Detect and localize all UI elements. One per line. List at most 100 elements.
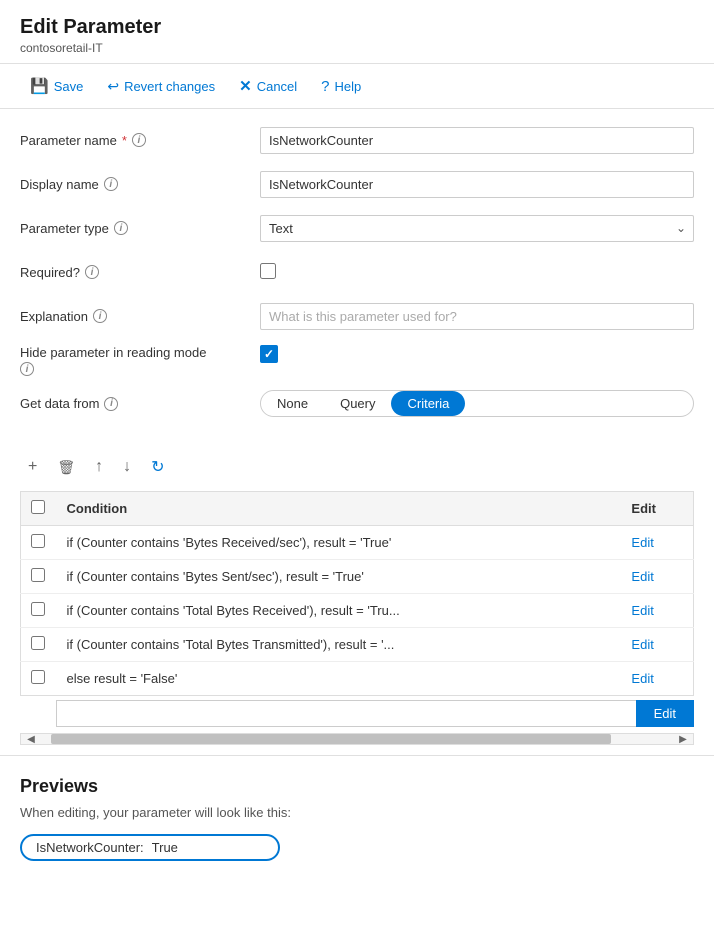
get-data-row: Get data from i None Query Criteria (20, 390, 694, 417)
form-area: Parameter name * i Display name i Parame… (0, 109, 714, 453)
previews-description: When editing, your parameter will look l… (20, 805, 694, 820)
edit-link[interactable]: Edit (631, 637, 653, 652)
display-name-input[interactable] (260, 171, 694, 198)
help-label: Help (335, 79, 362, 94)
cancel-label: Cancel (257, 79, 297, 94)
preview-label: IsNetworkCounter: (36, 840, 144, 855)
edit-link[interactable]: Edit (631, 569, 653, 584)
row-checkbox-cell (21, 662, 57, 696)
get-data-none-option[interactable]: None (261, 391, 324, 416)
row-checkbox[interactable] (31, 602, 45, 616)
save-label: Save (54, 79, 84, 94)
preview-field: IsNetworkCounter: (20, 834, 280, 861)
page-subtitle: contosoretail-IT (20, 41, 694, 55)
move-down-button[interactable]: ↓ (119, 453, 135, 481)
criteria-section: + 🗑 ↑ ↓ ↻ Condition Edit if (Counter con… (20, 453, 694, 745)
bottom-edit-input[interactable] (56, 700, 636, 727)
get-data-radio-group: None Query Criteria (260, 390, 694, 417)
scroll-right-arrow[interactable]: ▶ (673, 734, 693, 744)
bottom-edit-button[interactable]: Edit (636, 700, 694, 727)
row-checkbox-cell (21, 628, 57, 662)
revert-icon: ↩ (107, 78, 119, 95)
bottom-edit-row: Edit (20, 700, 694, 727)
edit-column-header: Edit (621, 492, 693, 526)
get-data-criteria-option[interactable]: Criteria (391, 391, 465, 416)
cancel-button[interactable]: ✕ Cancel (229, 72, 307, 100)
display-name-row: Display name i (20, 169, 694, 199)
hide-param-row: Hide parameter in reading mode i ✓ (20, 345, 694, 376)
criteria-header-row: Condition Edit (21, 492, 694, 526)
table-row: if (Counter contains 'Bytes Received/sec… (21, 526, 694, 560)
hide-param-info-icon[interactable]: i (20, 362, 34, 376)
edit-link[interactable]: Edit (631, 671, 653, 686)
parameter-name-label: Parameter name * i (20, 133, 260, 148)
parameter-type-select-wrapper: Text Number Boolean Date ⌄ (260, 215, 694, 242)
row-checkbox-cell (21, 526, 57, 560)
explanation-label: Explanation i (20, 309, 260, 324)
get-data-info-icon[interactable]: i (104, 397, 118, 411)
edit-link[interactable]: Edit (631, 603, 653, 618)
parameter-name-row: Parameter name * i (20, 125, 694, 155)
revert-button[interactable]: ↩ Revert changes (97, 73, 225, 100)
help-button[interactable]: ? Help (311, 73, 371, 100)
parameter-type-info-icon[interactable]: i (114, 221, 128, 235)
get-data-control: None Query Criteria (260, 390, 694, 417)
select-all-checkbox[interactable] (31, 500, 45, 514)
row-checkbox[interactable] (31, 670, 45, 684)
condition-column-header: Condition (57, 492, 622, 526)
edit-cell: Edit (621, 628, 693, 662)
hide-param-control: ✓ (260, 345, 694, 363)
required-label: Required? i (20, 265, 260, 280)
delete-row-button[interactable]: 🗑 (53, 453, 79, 481)
save-button[interactable]: 💾 Save (20, 72, 93, 100)
row-checkbox[interactable] (31, 534, 45, 548)
table-row: if (Counter contains 'Bytes Sent/sec'), … (21, 560, 694, 594)
parameter-type-control: Text Number Boolean Date ⌄ (260, 215, 694, 242)
edit-link[interactable]: Edit (631, 535, 653, 550)
criteria-toolbar: + 🗑 ↑ ↓ ↻ (20, 453, 694, 481)
display-name-label: Display name i (20, 177, 260, 192)
previews-section: Previews When editing, your parameter wi… (0, 755, 714, 881)
row-checkbox[interactable] (31, 636, 45, 650)
parameter-type-select[interactable]: Text Number Boolean Date (260, 215, 694, 242)
get-data-query-option[interactable]: Query (324, 391, 391, 416)
parameter-name-info-icon[interactable]: i (132, 133, 146, 147)
explanation-row: Explanation i (20, 301, 694, 331)
required-star: * (122, 133, 127, 148)
display-name-control (260, 171, 694, 198)
move-up-button[interactable]: ↑ (91, 453, 107, 481)
explanation-info-icon[interactable]: i (93, 309, 107, 323)
parameter-name-input[interactable] (260, 127, 694, 154)
parameter-name-control (260, 127, 694, 154)
row-checkbox-cell (21, 594, 57, 628)
criteria-body: if (Counter contains 'Bytes Received/sec… (21, 526, 694, 696)
display-name-info-icon[interactable]: i (104, 177, 118, 191)
toolbar: 💾 Save ↩ Revert changes ✕ Cancel ? Help (0, 64, 714, 109)
previews-title: Previews (20, 776, 694, 797)
required-control (260, 263, 694, 282)
get-data-label: Get data from i (20, 396, 260, 411)
save-icon: 💾 (30, 77, 49, 95)
explanation-input[interactable] (260, 303, 694, 330)
condition-cell: else result = 'False' (57, 662, 622, 696)
add-row-button[interactable]: + (24, 453, 41, 481)
horizontal-scrollbar[interactable]: ◀ ▶ (20, 733, 694, 745)
required-row: Required? i (20, 257, 694, 287)
hide-param-label-block: Hide parameter in reading mode i (20, 345, 260, 376)
hide-param-checkbox[interactable]: ✓ (260, 345, 278, 363)
scroll-left-arrow[interactable]: ◀ (21, 734, 41, 744)
edit-cell: Edit (621, 560, 693, 594)
refresh-button[interactable]: ↻ (147, 453, 168, 481)
required-info-icon[interactable]: i (85, 265, 99, 279)
scrollbar-thumb[interactable] (51, 734, 611, 744)
required-checkbox[interactable] (260, 263, 276, 279)
condition-cell: if (Counter contains 'Total Bytes Transm… (57, 628, 622, 662)
help-icon: ? (321, 78, 329, 95)
row-checkbox[interactable] (31, 568, 45, 582)
cancel-icon: ✕ (239, 77, 252, 95)
criteria-table: Condition Edit if (Counter contains 'Byt… (20, 491, 694, 696)
preview-value-input[interactable] (144, 840, 264, 855)
edit-cell: Edit (621, 662, 693, 696)
parameter-type-row: Parameter type i Text Number Boolean Dat… (20, 213, 694, 243)
table-row: if (Counter contains 'Total Bytes Transm… (21, 628, 694, 662)
